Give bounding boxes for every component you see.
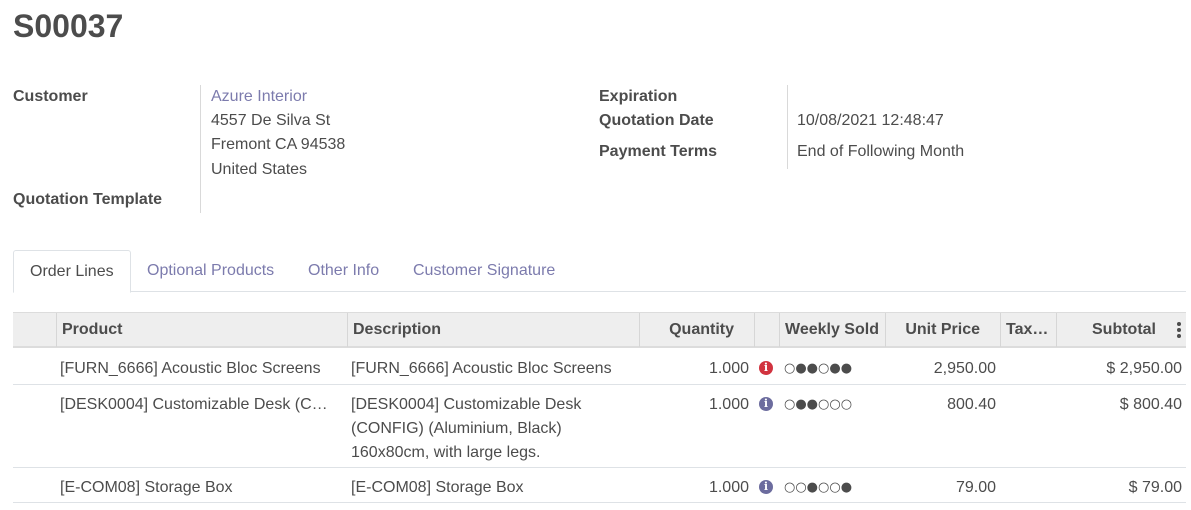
product-cell[interactable]: [DESK0004] Customizable Desk (C… (60, 393, 345, 417)
info-icon[interactable]: i (759, 361, 773, 375)
expiration-label: Expiration (599, 88, 678, 105)
description-cell[interactable]: [DESK0004] Customizable Desk (CONFIG) (A… (351, 393, 606, 465)
optional-columns-kebab-icon[interactable] (1176, 322, 1182, 338)
tab-order-lines[interactable]: Order Lines (13, 250, 131, 293)
table-row[interactable]: [DESK0004] Customizable Desk (C… [DESK00… (13, 385, 1186, 468)
product-cell[interactable]: [FURN_6666] Acoustic Bloc Screens (60, 357, 345, 381)
column-header-taxes[interactable]: Tax… (1000, 313, 1056, 347)
subtotal-cell: $ 800.40 (1119, 396, 1182, 413)
payment-terms-value[interactable]: End of Following Month (797, 143, 964, 161)
quantity-cell[interactable]: 1.000 (639, 357, 749, 381)
subtotal-cell: $ 79.00 (1128, 479, 1182, 496)
address-line-3: United States (211, 161, 308, 178)
column-header-description[interactable]: Description (347, 313, 639, 347)
weekly-sold-widget: ○●●○○○ (784, 397, 853, 412)
quotation-date-value[interactable]: 10/08/2021 12:48:47 (797, 112, 944, 130)
description-cell[interactable]: [FURN_6666] Acoustic Bloc Screens (351, 357, 636, 381)
tab-customer-signature[interactable]: Customer Signature (397, 250, 571, 292)
field-divider (200, 85, 201, 213)
tab-other-info[interactable]: Other Info (292, 250, 395, 292)
address-line-1: 4557 De Silva St (211, 112, 331, 129)
info-icon[interactable]: i (759, 480, 773, 494)
subtotal-cell: $ 2,950.00 (1106, 360, 1182, 377)
product-cell[interactable]: [E-COM08] Storage Box (60, 476, 345, 500)
page-title: S00037 (13, 8, 124, 44)
column-header-info (754, 313, 779, 347)
description-cell[interactable]: [E-COM08] Storage Box (351, 476, 636, 500)
quotation-template-label: Quotation Template (13, 191, 163, 208)
column-header-product[interactable]: Product (56, 313, 347, 347)
column-header-weekly-sold[interactable]: Weekly Sold (779, 313, 885, 347)
table-row[interactable]: [E-COM08] Storage Box [E-COM08] Storage … (13, 468, 1186, 503)
weekly-sold-widget: ○●●○●● (784, 361, 853, 376)
field-divider (787, 85, 788, 169)
tab-optional-products[interactable]: Optional Products (131, 250, 290, 292)
notebook-tabs: Order Lines Optional Products Other Info… (13, 250, 1186, 293)
address-line-2: Fremont CA 94538 (211, 136, 346, 153)
quantity-cell[interactable]: 1.000 (639, 393, 749, 417)
quotation-date-label: Quotation Date (599, 112, 714, 129)
unit-price-cell[interactable]: 2,950.00 (885, 357, 996, 381)
info-icon[interactable]: i (759, 397, 773, 411)
payment-terms-label: Payment Terms (599, 143, 717, 160)
table-row[interactable]: [FURN_6666] Acoustic Bloc Screens [FURN_… (13, 349, 1186, 385)
row-handle-header (13, 313, 56, 347)
unit-price-cell[interactable]: 800.40 (885, 393, 996, 417)
column-header-subtotal[interactable]: Subtotal (1056, 313, 1186, 347)
unit-price-cell[interactable]: 79.00 (885, 476, 996, 500)
quantity-cell[interactable]: 1.000 (639, 476, 749, 500)
table-header: Product Description Quantity Weekly Sold… (13, 312, 1186, 348)
column-header-quantity[interactable]: Quantity (639, 313, 754, 347)
weekly-sold-widget: ○○●○○● (784, 480, 853, 495)
column-header-unit-price[interactable]: Unit Price (885, 313, 1000, 347)
customer-label: Customer (13, 88, 88, 105)
customer-link[interactable]: Azure Interior (211, 88, 307, 106)
